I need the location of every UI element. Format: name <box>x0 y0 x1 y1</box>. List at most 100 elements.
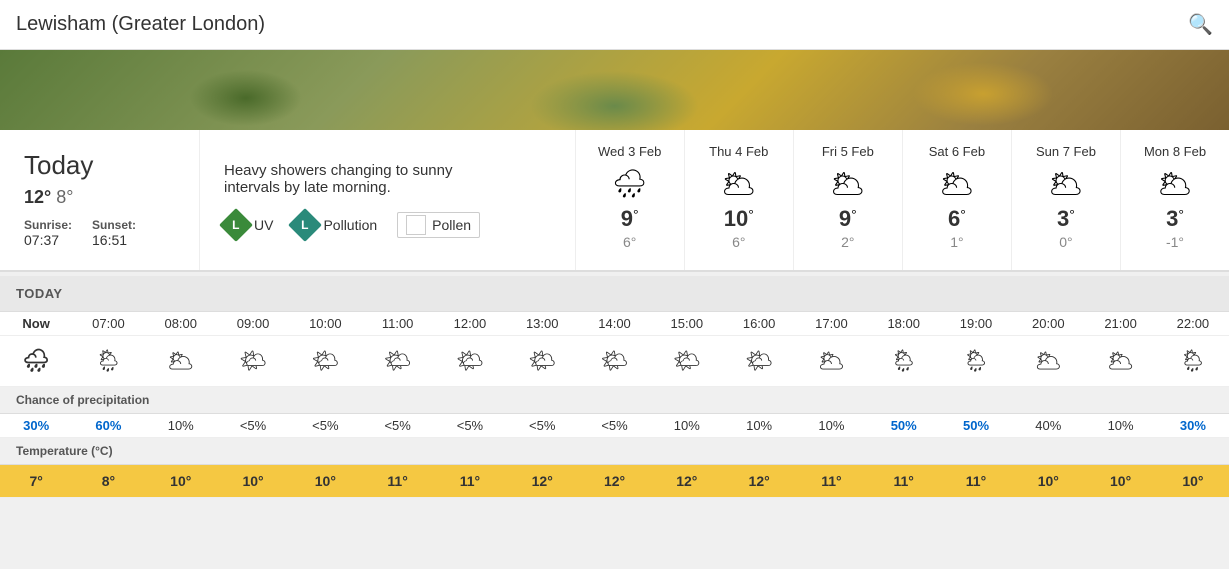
pollen-badge[interactable]: Pollen <box>397 212 480 238</box>
time-cell: 21:00 <box>1084 312 1156 335</box>
today-temperature: 12° 8° <box>24 187 175 208</box>
forecast-high: 3° <box>1022 206 1110 232</box>
forecast-date: Thu 4 Feb <box>695 144 783 159</box>
forecast-day[interactable]: Mon 8 Feb 🌥 3° -1° <box>1120 130 1229 270</box>
chance-cell: 10% <box>145 414 217 437</box>
forecast-high: 9° <box>804 206 892 232</box>
time-cell: 18:00 <box>868 312 940 335</box>
forecast-low: 6° <box>586 234 674 250</box>
forecast-strip: Wed 3 Feb 🌧 9° 6° Thu 4 Feb 🌥 10° 6° Fri… <box>576 130 1229 270</box>
chance-cell: 30% <box>1157 414 1229 437</box>
chance-cell: <5% <box>434 414 506 437</box>
forecast-day[interactable]: Fri 5 Feb 🌥 9° 2° <box>793 130 902 270</box>
pollen-icon <box>406 215 426 235</box>
time-cell: 10:00 <box>289 312 361 335</box>
weather-icon-sm: 🌦 <box>890 348 918 373</box>
sunrise: Sunrise: 07:37 <box>24 218 72 250</box>
sunrise-time: 07:37 <box>24 232 59 248</box>
chance-cell: <5% <box>578 414 650 437</box>
chance-cell: 10% <box>723 414 795 437</box>
weather-icon-sm: 🌤 <box>239 348 267 373</box>
icon-cell: 🌥 <box>795 344 867 378</box>
icon-cell: 🌤 <box>289 344 361 378</box>
sunset-time: 16:51 <box>92 232 127 248</box>
time-cell: Now <box>0 312 72 335</box>
icon-cell: 🌥 <box>1084 344 1156 378</box>
time-cell: 09:00 <box>217 312 289 335</box>
forecast-low: 1° <box>913 234 1001 250</box>
weather-icon-sm: 🌥 <box>817 348 845 373</box>
icon-cell: 🌥 <box>145 344 217 378</box>
icon-cell: 🌦 <box>940 344 1012 378</box>
temp-cell: 10° <box>1012 465 1084 497</box>
forecast-day[interactable]: Wed 3 Feb 🌧 9° 6° <box>576 130 684 270</box>
temp-cell: 10° <box>1157 465 1229 497</box>
time-cell: 11:00 <box>361 312 433 335</box>
weather-icon-sm: 🌤 <box>456 348 484 373</box>
temp-cell: 11° <box>868 465 940 497</box>
chance-cell: <5% <box>289 414 361 437</box>
icon-cell: 🌦 <box>72 344 144 378</box>
time-cell: 13:00 <box>506 312 578 335</box>
icon-cell: 🌤 <box>434 344 506 378</box>
forecast-date: Sun 7 Feb <box>1022 144 1110 159</box>
time-cell: 14:00 <box>578 312 650 335</box>
forecast-low: -1° <box>1131 234 1219 250</box>
icon-cell: 🌥 <box>1012 344 1084 378</box>
forecast-icon: 🌥 <box>1131 167 1219 200</box>
badges: L UV L Pollution Pollen <box>224 212 551 238</box>
pollution-level: L <box>302 218 309 232</box>
chance-cell: 10% <box>795 414 867 437</box>
chance-cell: 50% <box>940 414 1012 437</box>
temp-cell: 12° <box>578 465 650 497</box>
hourly-section: TODAY Now07:0008:0009:0010:0011:0012:001… <box>0 276 1229 498</box>
forecast-day[interactable]: Sun 7 Feb 🌥 3° 0° <box>1011 130 1120 270</box>
uv-badge[interactable]: L UV <box>224 213 273 237</box>
forecast-day[interactable]: Sat 6 Feb 🌥 6° 1° <box>902 130 1011 270</box>
time-cell: 17:00 <box>795 312 867 335</box>
temp-cell: 10° <box>217 465 289 497</box>
sunset: Sunset: 16:51 <box>92 218 136 250</box>
temp-cell: 11° <box>940 465 1012 497</box>
today-card: Today 12° 8° Sunrise: 07:37 Sunset: 16:5… <box>0 130 200 270</box>
forecast-date: Wed 3 Feb <box>586 144 674 159</box>
times-row: Now07:0008:0009:0010:0011:0012:0013:0014… <box>0 312 1229 336</box>
pollution-badge[interactable]: L Pollution <box>293 213 377 237</box>
forecast-day[interactable]: Thu 4 Feb 🌥 10° 6° <box>684 130 793 270</box>
weather-icon-sm: 🌦 <box>94 348 122 373</box>
icon-cell: 🌤 <box>723 344 795 378</box>
time-cell: 12:00 <box>434 312 506 335</box>
sunrise-label: Sunrise: <box>24 218 72 232</box>
forecast-icon: 🌥 <box>1022 167 1110 200</box>
sun-info: Sunrise: 07:37 Sunset: 16:51 <box>24 218 175 250</box>
icon-cell: 🌤 <box>361 344 433 378</box>
time-cell: 07:00 <box>72 312 144 335</box>
chance-row: 30%60%10%<5%<5%<5%<5%<5%<5%10%10%10%50%5… <box>0 414 1229 438</box>
chance-cell: <5% <box>361 414 433 437</box>
uv-icon: L <box>219 208 253 242</box>
forecast-icon: 🌥 <box>804 167 892 200</box>
chance-cell: <5% <box>217 414 289 437</box>
search-button[interactable]: 🔍 <box>1188 12 1213 37</box>
forecast-icon: 🌥 <box>695 167 783 200</box>
weather-icon-sm: 🌤 <box>601 348 629 373</box>
time-cell: 22:00 <box>1157 312 1229 335</box>
weather-icon-sm: 🌤 <box>745 348 773 373</box>
chance-cell: 10% <box>1084 414 1156 437</box>
time-cell: 15:00 <box>651 312 723 335</box>
temp-cell: 10° <box>289 465 361 497</box>
icon-cell: 🌦 <box>1157 344 1229 378</box>
time-cell: 19:00 <box>940 312 1012 335</box>
uv-label: UV <box>254 217 273 233</box>
forecast-low: 2° <box>804 234 892 250</box>
today-high: 12° <box>24 187 51 207</box>
icon-cell: 🌧 <box>0 344 72 378</box>
weather-icon-sm: 🌤 <box>528 348 556 373</box>
today-label: Today <box>24 150 175 181</box>
forecast-icon: 🌥 <box>913 167 1001 200</box>
header: Lewisham (Greater London) 🔍 <box>0 0 1229 50</box>
today-low: 8° <box>56 187 73 207</box>
time-cell: 16:00 <box>723 312 795 335</box>
pollution-label: Pollution <box>323 217 377 233</box>
temp-cell: 10° <box>1084 465 1156 497</box>
